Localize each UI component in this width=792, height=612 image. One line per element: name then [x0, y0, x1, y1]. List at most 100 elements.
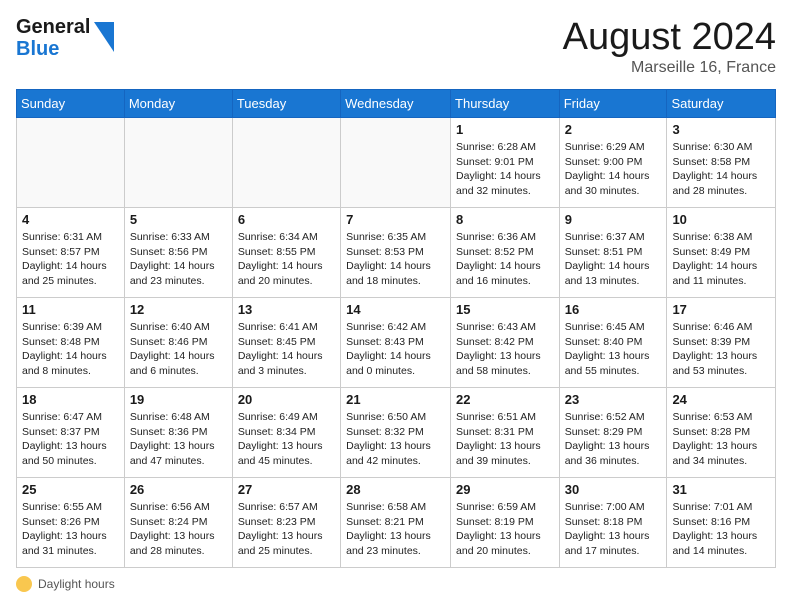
- calendar-cell: [124, 118, 232, 208]
- date-number: 20: [238, 392, 335, 407]
- cell-info: Sunrise: 6:57 AM Sunset: 8:23 PM Dayligh…: [238, 500, 335, 559]
- cell-info: Sunrise: 6:42 AM Sunset: 8:43 PM Dayligh…: [346, 320, 445, 379]
- calendar-cell: 1 Sunrise: 6:28 AM Sunset: 9:01 PM Daylig…: [451, 118, 560, 208]
- day-header-friday: Friday: [559, 90, 667, 118]
- calendar-cell: 2 Sunrise: 6:29 AM Sunset: 9:00 PM Daylig…: [559, 118, 667, 208]
- date-number: 23: [565, 392, 662, 407]
- logo: General Blue: [16, 16, 114, 60]
- calendar-cell: 13 Sunrise: 6:41 AM Sunset: 8:45 PM Dayli…: [232, 298, 340, 388]
- calendar-cell: 9Sunrise: 6:37 AM Sunset: 8:51 PM Daylig…: [559, 208, 667, 298]
- calendar-cell: 16 Sunrise: 6:45 AM Sunset: 8:40 PM Dayli…: [559, 298, 667, 388]
- location-title: Marseille 16, France: [563, 59, 776, 77]
- date-number: 1: [456, 122, 554, 137]
- date-number: 12: [130, 302, 227, 317]
- daylight-label: Daylight hours: [38, 577, 115, 591]
- date-number: 7: [346, 212, 445, 227]
- cell-info: Sunrise: 6:52 AM Sunset: 8:29 PM Dayligh…: [565, 410, 662, 469]
- cell-info: Sunrise: 6:31 AM Sunset: 8:57 PM Dayligh…: [22, 230, 119, 289]
- cell-info: Sunrise: 6:33 AM Sunset: 8:56 PM Dayligh…: [130, 230, 227, 289]
- calendar-cell: 19Sunrise: 6:48 AM Sunset: 8:36 PM Dayli…: [124, 388, 232, 478]
- week-row-0: 1 Sunrise: 6:28 AM Sunset: 9:01 PM Daylig…: [17, 118, 776, 208]
- calendar-cell: 8Sunrise: 6:36 AM Sunset: 8:52 PM Daylig…: [451, 208, 560, 298]
- title-section: August 2024 Marseille 16, France: [563, 16, 776, 77]
- calendar-header-row: SundayMondayTuesdayWednesdayThursdayFrid…: [17, 90, 776, 118]
- week-row-2: 11 Sunrise: 6:39 AM Sunset: 8:48 PM Dayli…: [17, 298, 776, 388]
- cell-info: Sunrise: 6:45 AM Sunset: 8:40 PM Dayligh…: [565, 320, 662, 379]
- date-number: 13: [238, 302, 335, 317]
- footer-note: Daylight hours: [16, 576, 776, 592]
- week-row-4: 25 Sunrise: 6:55 AM Sunset: 8:26 PM Dayli…: [17, 478, 776, 568]
- day-header-wednesday: Wednesday: [341, 90, 451, 118]
- calendar-cell: 10 Sunrise: 6:38 AM Sunset: 8:49 PM Dayli…: [667, 208, 776, 298]
- date-number: 16: [565, 302, 662, 317]
- calendar-cell: 7 Sunrise: 6:35 AM Sunset: 8:53 PM Daylig…: [341, 208, 451, 298]
- day-header-saturday: Saturday: [667, 90, 776, 118]
- date-number: 5: [130, 212, 227, 227]
- cell-info: Sunrise: 6:35 AM Sunset: 8:53 PM Dayligh…: [346, 230, 445, 289]
- sun-icon: [16, 576, 32, 592]
- calendar-cell: 21 Sunrise: 6:50 AM Sunset: 8:32 PM Dayli…: [341, 388, 451, 478]
- date-number: 30: [565, 482, 662, 497]
- month-title: August 2024: [563, 16, 776, 59]
- day-header-monday: Monday: [124, 90, 232, 118]
- cell-info: Sunrise: 6:55 AM Sunset: 8:26 PM Dayligh…: [22, 500, 119, 559]
- date-number: 6: [238, 212, 335, 227]
- cell-info: Sunrise: 6:59 AM Sunset: 8:19 PM Dayligh…: [456, 500, 554, 559]
- calendar-cell: 14 Sunrise: 6:42 AM Sunset: 8:43 PM Dayli…: [341, 298, 451, 388]
- calendar-cell: [232, 118, 340, 208]
- cell-info: Sunrise: 6:40 AM Sunset: 8:46 PM Dayligh…: [130, 320, 227, 379]
- date-number: 10: [672, 212, 770, 227]
- cell-info: Sunrise: 6:51 AM Sunset: 8:31 PM Dayligh…: [456, 410, 554, 469]
- logo-triangle-icon: [94, 22, 114, 57]
- date-number: 31: [672, 482, 770, 497]
- date-number: 18: [22, 392, 119, 407]
- cell-info: Sunrise: 6:46 AM Sunset: 8:39 PM Dayligh…: [672, 320, 770, 379]
- calendar-cell: 30 Sunrise: 7:00 AM Sunset: 8:18 PM Dayli…: [559, 478, 667, 568]
- cell-info: Sunrise: 6:41 AM Sunset: 8:45 PM Dayligh…: [238, 320, 335, 379]
- calendar-cell: 31Sunrise: 7:01 AM Sunset: 8:16 PM Dayli…: [667, 478, 776, 568]
- date-number: 2: [565, 122, 662, 137]
- date-number: 24: [672, 392, 770, 407]
- calendar-cell: 22 Sunrise: 6:51 AM Sunset: 8:31 PM Dayli…: [451, 388, 560, 478]
- logo-blue: Blue: [16, 38, 90, 60]
- date-number: 9: [565, 212, 662, 227]
- cell-info: Sunrise: 6:39 AM Sunset: 8:48 PM Dayligh…: [22, 320, 119, 379]
- date-number: 11: [22, 302, 119, 317]
- calendar-cell: 25 Sunrise: 6:55 AM Sunset: 8:26 PM Dayli…: [17, 478, 125, 568]
- calendar-cell: 23 Sunrise: 6:52 AM Sunset: 8:29 PM Dayli…: [559, 388, 667, 478]
- cell-info: Sunrise: 7:00 AM Sunset: 8:18 PM Dayligh…: [565, 500, 662, 559]
- day-header-sunday: Sunday: [17, 90, 125, 118]
- calendar-cell: 29 Sunrise: 6:59 AM Sunset: 8:19 PM Dayli…: [451, 478, 560, 568]
- date-number: 14: [346, 302, 445, 317]
- cell-info: Sunrise: 6:30 AM Sunset: 8:58 PM Dayligh…: [672, 140, 770, 199]
- cell-info: Sunrise: 6:49 AM Sunset: 8:34 PM Dayligh…: [238, 410, 335, 469]
- calendar-cell: 5 Sunrise: 6:33 AM Sunset: 8:56 PM Daylig…: [124, 208, 232, 298]
- cell-info: Sunrise: 6:28 AM Sunset: 9:01 PM Dayligh…: [456, 140, 554, 199]
- date-number: 21: [346, 392, 445, 407]
- calendar-cell: 18Sunrise: 6:47 AM Sunset: 8:37 PM Dayli…: [17, 388, 125, 478]
- header: General Blue August 2024 Marseille 16, F…: [16, 16, 776, 77]
- cell-info: Sunrise: 6:53 AM Sunset: 8:28 PM Dayligh…: [672, 410, 770, 469]
- calendar-cell: 4 Sunrise: 6:31 AM Sunset: 8:57 PM Daylig…: [17, 208, 125, 298]
- date-number: 27: [238, 482, 335, 497]
- date-number: 4: [22, 212, 119, 227]
- calendar-cell: 11 Sunrise: 6:39 AM Sunset: 8:48 PM Dayli…: [17, 298, 125, 388]
- calendar-cell: 26Sunrise: 6:56 AM Sunset: 8:24 PM Dayli…: [124, 478, 232, 568]
- week-row-3: 18Sunrise: 6:47 AM Sunset: 8:37 PM Dayli…: [17, 388, 776, 478]
- calendar-cell: 20 Sunrise: 6:49 AM Sunset: 8:34 PM Dayli…: [232, 388, 340, 478]
- date-number: 3: [672, 122, 770, 137]
- date-number: 15: [456, 302, 554, 317]
- calendar-cell: 24 Sunrise: 6:53 AM Sunset: 8:28 PM Dayli…: [667, 388, 776, 478]
- cell-info: Sunrise: 6:38 AM Sunset: 8:49 PM Dayligh…: [672, 230, 770, 289]
- date-number: 8: [456, 212, 554, 227]
- date-number: 22: [456, 392, 554, 407]
- date-number: 25: [22, 482, 119, 497]
- cell-info: Sunrise: 6:50 AM Sunset: 8:32 PM Dayligh…: [346, 410, 445, 469]
- logo-general: General: [16, 16, 90, 38]
- cell-info: Sunrise: 6:29 AM Sunset: 9:00 PM Dayligh…: [565, 140, 662, 199]
- date-number: 29: [456, 482, 554, 497]
- week-row-1: 4 Sunrise: 6:31 AM Sunset: 8:57 PM Daylig…: [17, 208, 776, 298]
- day-header-thursday: Thursday: [451, 90, 560, 118]
- calendar-cell: 17Sunrise: 6:46 AM Sunset: 8:39 PM Dayli…: [667, 298, 776, 388]
- calendar-cell: 6Sunrise: 6:34 AM Sunset: 8:55 PM Daylig…: [232, 208, 340, 298]
